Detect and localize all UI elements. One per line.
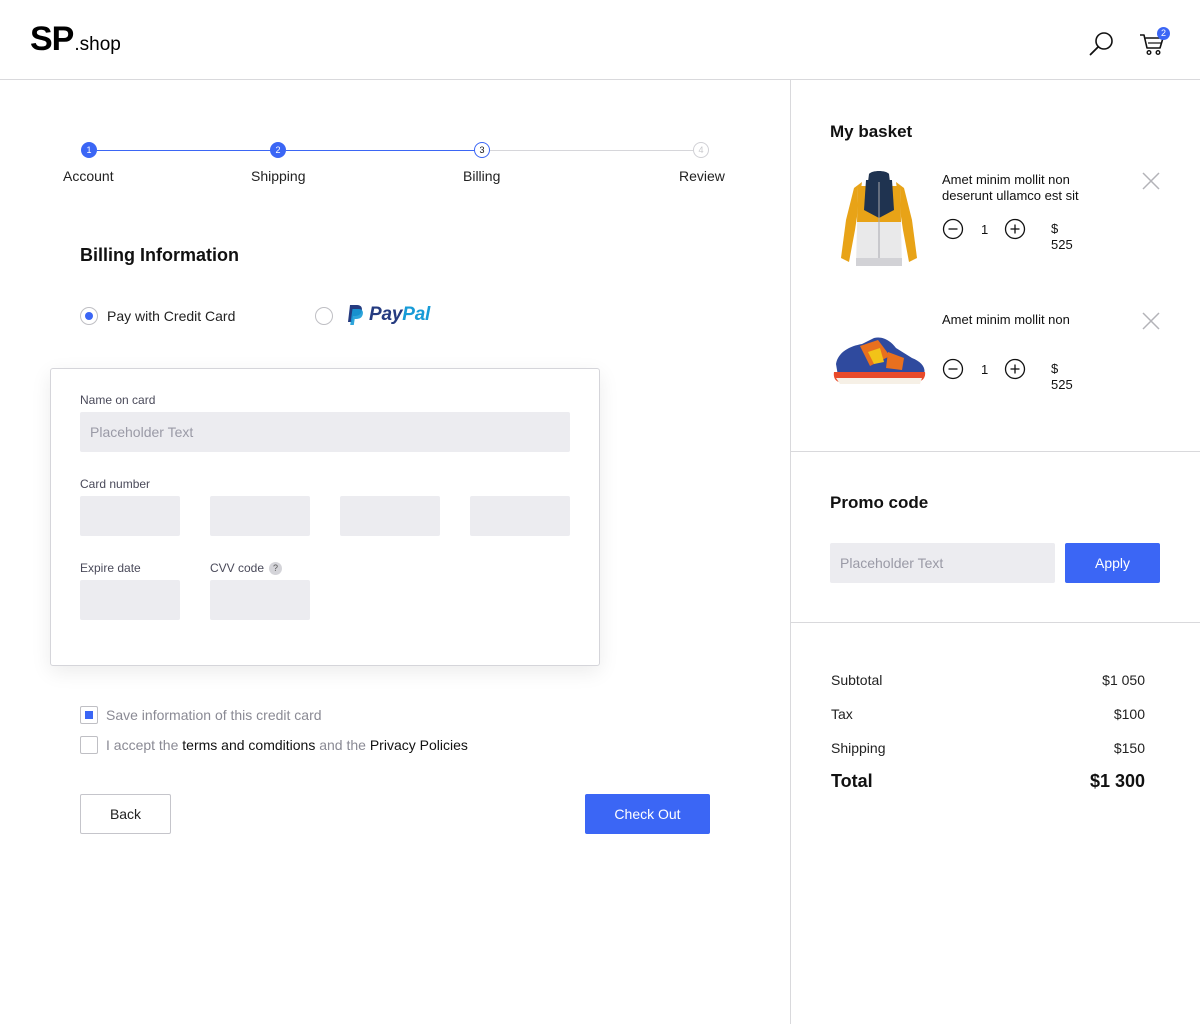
name-on-card-input[interactable] <box>80 412 570 452</box>
subtotal-label: Subtotal <box>831 672 883 688</box>
terms-link[interactable]: terms and comditions <box>182 737 315 753</box>
help-icon[interactable]: ? <box>269 562 283 575</box>
pay-credit-card-label[interactable]: Pay with Credit Card <box>107 308 235 324</box>
accept-terms-checkbox[interactable] <box>80 736 98 754</box>
step-1-marker[interactable]: 1 <box>81 142 97 158</box>
step-4-marker: 4 <box>693 142 709 158</box>
step-1-label[interactable]: Account <box>63 168 114 184</box>
promo-divider <box>790 622 1200 623</box>
step-connector-3 <box>490 150 693 151</box>
basket-item-2-name: Amet minim mollit non <box>942 312 1070 327</box>
remove-item-1-close-icon[interactable] <box>1141 171 1161 191</box>
shipping-label: Shipping <box>831 740 886 756</box>
basket-item-1-currency: $ <box>1051 221 1059 236</box>
jacket-product-image <box>841 171 917 266</box>
total-label: Total <box>831 771 873 791</box>
terms-prefix: I accept the <box>106 737 183 753</box>
column-divider <box>790 80 791 1024</box>
step-2-marker[interactable]: 2 <box>270 142 286 158</box>
sneaker-product-image <box>833 337 926 384</box>
step-connector-2 <box>286 150 475 151</box>
apply-promo-button[interactable]: Apply <box>1065 543 1160 583</box>
decrease-quantity-icon[interactable] <box>942 218 964 240</box>
name-on-card-label: Name on card <box>80 393 156 407</box>
shipping-value: $150 <box>1113 740 1145 756</box>
logo-main: SP <box>30 20 74 58</box>
paypal-word-pay: Pay <box>369 304 403 325</box>
step-3-label[interactable]: Billing <box>463 168 500 184</box>
step-3-marker[interactable]: 3 <box>474 142 490 158</box>
tax-value: $100 <box>1113 706 1145 722</box>
checkout-button[interactable]: Check Out <box>585 794 710 834</box>
total-value: $1 300 <box>1089 771 1145 791</box>
subtotal-value: $1 050 <box>1102 672 1145 688</box>
paypal-p-icon <box>348 305 363 325</box>
expire-date-label: Expire date <box>80 561 141 575</box>
card-number-input-2[interactable] <box>210 496 310 536</box>
save-card-checkbox[interactable] <box>80 706 98 724</box>
accept-terms-label: I accept the terms and comditions and th… <box>106 737 468 753</box>
terms-middle: and the <box>315 737 370 753</box>
card-number-input-1[interactable] <box>80 496 180 536</box>
cvv-code-label-wrap: CVV code? <box>210 561 283 575</box>
basket-item-1-name: Amet minim mollit non deserunt ullamco e… <box>942 172 1079 203</box>
paypal-word-pal: Pal <box>402 304 431 325</box>
step-connector-1 <box>97 150 271 151</box>
basket-item-1-price: $ 525 <box>1051 221 1073 253</box>
increase-quantity-icon[interactable] <box>1004 358 1026 380</box>
basket-item-1-amount: 525 <box>1051 237 1073 252</box>
remove-item-2-close-icon[interactable] <box>1141 311 1161 331</box>
card-number-input-3[interactable] <box>340 496 440 536</box>
privacy-link[interactable]: Privacy Policies <box>370 737 468 753</box>
basket-item-2-currency: $ <box>1051 361 1059 376</box>
card-number-label: Card number <box>80 477 151 491</box>
promo-title: Promo code <box>830 493 929 512</box>
cvv-code-input[interactable] <box>210 580 310 620</box>
tax-label: Tax <box>831 706 853 722</box>
save-card-label[interactable]: Save information of this credit card <box>106 707 322 723</box>
step-4-label: Review <box>679 168 725 184</box>
step-2-label[interactable]: Shipping <box>251 168 306 184</box>
site-header: SP .shop 2 <box>0 0 1200 80</box>
basket-item-2-amount: 525 <box>1051 377 1073 392</box>
card-number-input-4[interactable] <box>470 496 570 536</box>
paypal-wordmark: PayPal <box>369 304 430 326</box>
expire-date-input[interactable] <box>80 580 180 620</box>
cart-count-badge: 2 <box>1157 27 1170 40</box>
pay-paypal-radio[interactable] <box>315 307 333 325</box>
billing-title: Billing Information <box>80 245 239 265</box>
paypal-logo[interactable]: PayPal <box>346 304 430 326</box>
cvv-code-label: CVV code <box>210 561 265 575</box>
basket-title: My basket <box>830 122 913 141</box>
basket-item-2-quantity: 1 <box>981 362 989 377</box>
logo[interactable]: SP .shop <box>30 22 121 56</box>
logo-suffix: .shop <box>74 34 121 55</box>
decrease-quantity-icon[interactable] <box>942 358 964 380</box>
credit-card-form: Name on card Card number Expire date CVV… <box>50 368 600 666</box>
basket-divider <box>790 451 1200 452</box>
search-icon[interactable] <box>1088 30 1116 58</box>
basket-item-1-quantity: 1 <box>981 222 989 237</box>
promo-code-input[interactable] <box>830 543 1055 583</box>
basket-item-2-price: $ 525 <box>1051 361 1073 393</box>
increase-quantity-icon[interactable] <box>1004 218 1026 240</box>
pay-credit-card-radio[interactable] <box>80 307 98 325</box>
back-button[interactable]: Back <box>80 794 171 834</box>
